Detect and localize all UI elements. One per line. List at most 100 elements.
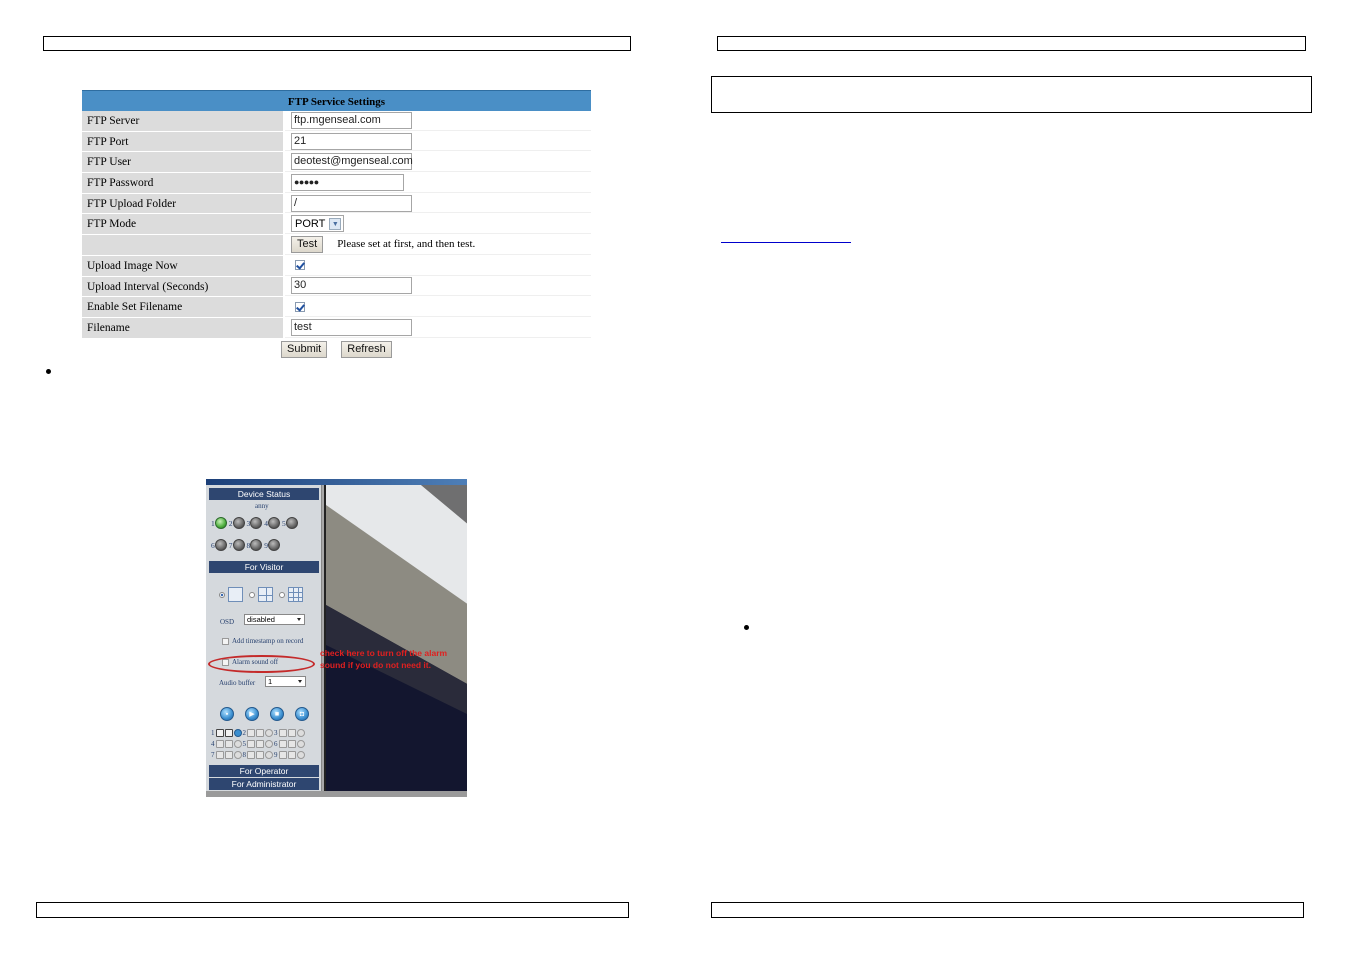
device-led[interactable]: 7 (229, 539, 245, 551)
upload-image-now-checkbox[interactable] (295, 260, 305, 271)
audio-icon[interactable] (247, 739, 255, 748)
submit-button[interactable]: Submit (281, 341, 328, 358)
device-led[interactable]: 8 (247, 539, 263, 551)
audio-icon[interactable] (278, 728, 287, 737)
refresh-button[interactable]: Refresh (341, 341, 392, 358)
enable-set-filename-row: Enable Set Filename (82, 297, 591, 318)
record-icon[interactable] (265, 728, 273, 737)
camera-icon[interactable]: ◘ (295, 707, 309, 721)
status-led-icon (214, 517, 227, 529)
chevron-down-icon[interactable]: ▼ (329, 217, 342, 230)
enable-set-filename-checkbox[interactable] (295, 301, 305, 312)
ftp-settings-title: FTP Service Settings (82, 90, 591, 111)
talk-icon[interactable] (224, 728, 233, 737)
device-led[interactable]: 4 (264, 517, 280, 529)
audio-icon[interactable] (215, 750, 224, 759)
ftp-upload-folder-input[interactable]: / (291, 194, 412, 212)
ftp-port-label: FTP Port (82, 131, 285, 152)
talk-icon[interactable] (256, 739, 264, 748)
record-icon[interactable] (233, 750, 242, 759)
device-led[interactable]: 1 (211, 517, 227, 529)
channel-item: 6 (274, 739, 305, 748)
audio-icon[interactable] (278, 739, 287, 748)
alarm-annotation: check here to turn off the alarm sound i… (320, 648, 448, 670)
highlight-oval (208, 655, 315, 673)
channel-item: 1 (211, 728, 242, 737)
for-operator-header[interactable]: For Operator (209, 765, 319, 777)
talk-icon[interactable] (287, 750, 296, 759)
record-icon[interactable] (296, 739, 305, 748)
ftp-upload-folder-label: FTP Upload Folder (82, 193, 285, 214)
ftp-mode-row: FTP Mode PORT ▼ (82, 214, 591, 236)
upload-interval-input[interactable]: 30 (291, 277, 412, 295)
record-icon[interactable] (233, 728, 242, 737)
audio-icon[interactable] (215, 739, 224, 748)
device-led[interactable]: 2 (229, 517, 245, 529)
camera-ui-screenshot: Device Status anny 1 2 3 4 5 6 7 8 9 For… (206, 479, 467, 797)
talk-icon[interactable] (287, 739, 296, 748)
device-led[interactable]: 5 (282, 517, 298, 529)
device-led[interactable]: 6 (211, 539, 227, 551)
audio-icon[interactable] (278, 750, 287, 759)
talk-icon[interactable] (256, 728, 264, 737)
upload-image-now-label: Upload Image Now (82, 255, 285, 276)
stop-icon[interactable]: ■ (270, 707, 284, 721)
status-led-icon (285, 517, 298, 529)
channel-item: 5 (243, 739, 273, 748)
folder-icon[interactable]: ▪ (220, 707, 234, 721)
for-administrator-header[interactable]: For Administrator (209, 778, 319, 790)
hyperlink-underline[interactable] (721, 242, 851, 243)
chevron-down-icon (297, 618, 301, 621)
ftp-password-input[interactable]: ●●●●● (291, 173, 404, 191)
add-timestamp-checkbox[interactable] (222, 638, 229, 645)
device-led[interactable]: 3 (247, 517, 263, 529)
ftp-port-input[interactable]: 21 (291, 132, 412, 150)
upload-interval-row: Upload Interval (Seconds) 30 (82, 276, 591, 298)
audio-icon[interactable] (247, 750, 255, 759)
audio-buffer-select[interactable]: 1 (265, 676, 306, 687)
ftp-server-row: FTP Server ftp.mgenseal.com (82, 111, 591, 132)
talk-icon[interactable] (224, 739, 233, 748)
talk-icon[interactable] (256, 750, 264, 759)
ftp-user-input[interactable]: deotest@mgenseal.com (291, 153, 413, 171)
ftp-port-row: FTP Port 21 (82, 131, 591, 153)
audio-buffer-label: Audio buffer (219, 679, 256, 687)
audio-icon[interactable] (215, 728, 224, 737)
ftp-mode-select[interactable]: PORT ▼ (291, 215, 344, 233)
osd-select[interactable]: disabled (244, 614, 305, 625)
record-controls: ▪ ▶ ■ ◘ (220, 707, 309, 721)
record-icon[interactable] (233, 739, 242, 748)
layout-single-radio[interactable] (219, 591, 225, 598)
layout-nine-radio[interactable] (279, 591, 285, 598)
record-icon[interactable] (265, 739, 273, 748)
layout-quad-radio[interactable] (249, 591, 255, 598)
chevron-down-icon (298, 680, 302, 683)
ftp-mode-label: FTP Mode (82, 214, 285, 235)
layout-selector (219, 587, 306, 602)
record-icon[interactable] (265, 750, 273, 759)
status-led-icon (268, 517, 280, 529)
filename-input[interactable]: test (291, 318, 412, 336)
quad-view-icon[interactable] (258, 587, 273, 602)
record-icon[interactable] (296, 728, 305, 737)
ftp-test-row: Test Please set at first, and then test. (82, 235, 591, 256)
right-page-header-box (717, 36, 1306, 51)
audio-icon[interactable] (247, 728, 255, 737)
add-timestamp-label: Add timestamp on record (232, 637, 304, 645)
nine-view-icon[interactable] (288, 587, 303, 602)
single-view-icon[interactable] (228, 587, 243, 602)
for-visitor-header[interactable]: For Visitor (209, 561, 319, 573)
talk-icon[interactable] (224, 750, 233, 759)
record-icon[interactable] (296, 750, 305, 759)
play-icon[interactable]: ▶ (245, 707, 259, 721)
right-page-footer-box (711, 902, 1304, 918)
channel-item: 7 (211, 750, 242, 759)
channel-item: 2 (243, 728, 273, 737)
ftp-password-label: FTP Password (82, 173, 285, 193)
device-led-row-1: 1 2 3 4 5 (211, 517, 299, 529)
talk-icon[interactable] (287, 728, 296, 737)
test-button[interactable]: Test (291, 235, 324, 253)
camera-video-feed (324, 485, 467, 791)
ftp-server-input[interactable]: ftp.mgenseal.com (291, 111, 412, 129)
device-led[interactable]: 9 (264, 539, 280, 551)
